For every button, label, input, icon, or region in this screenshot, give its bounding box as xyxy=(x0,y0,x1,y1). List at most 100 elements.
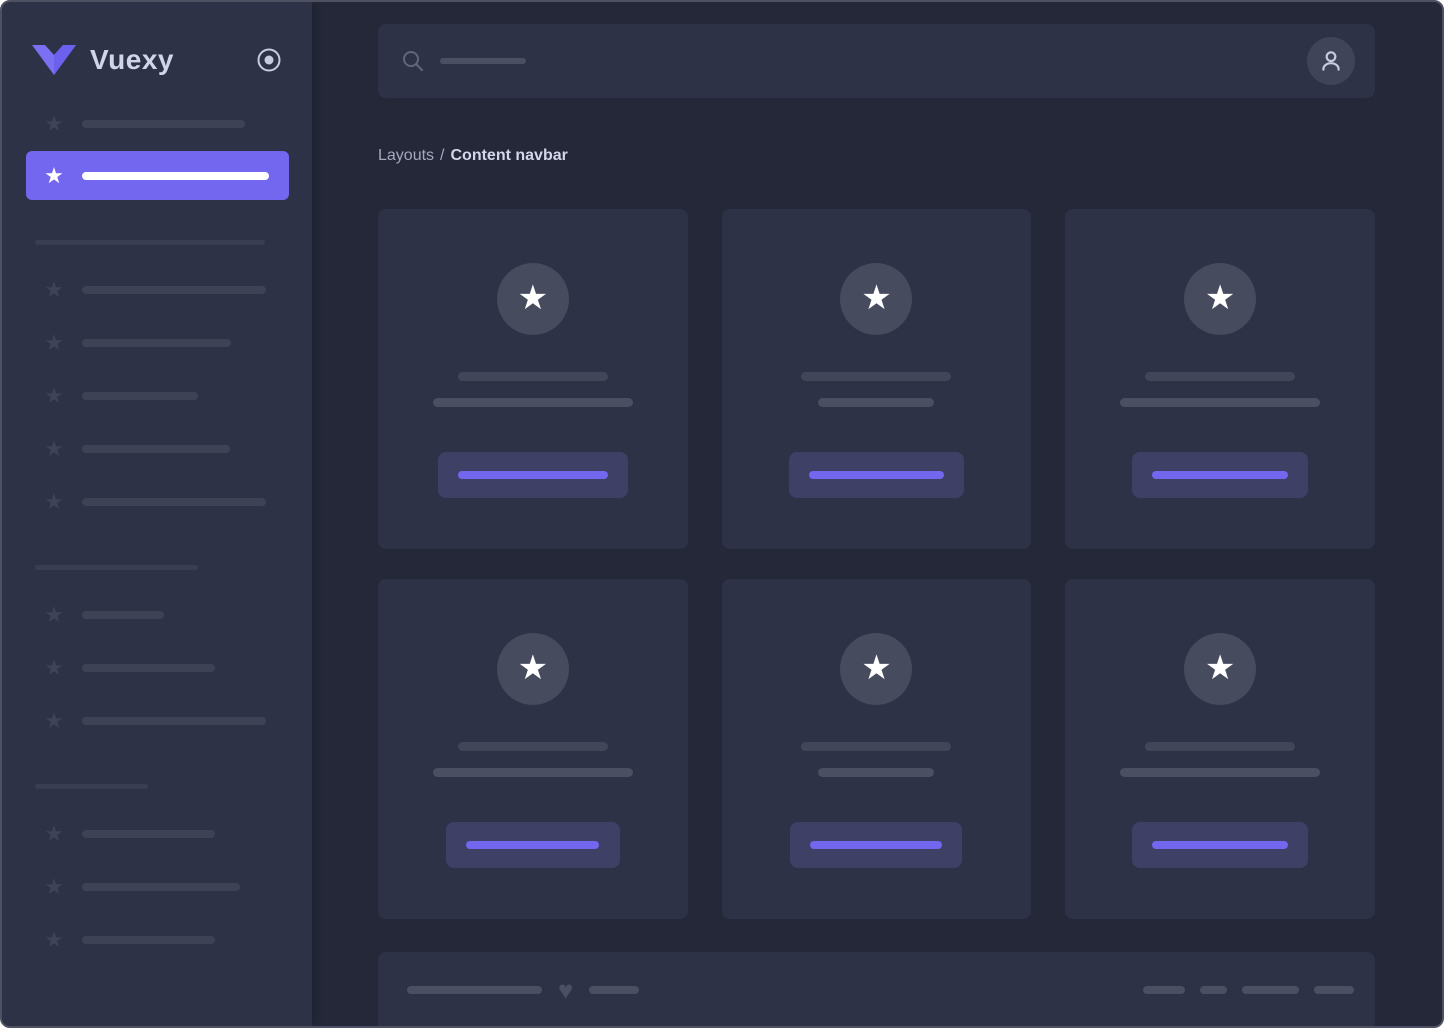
sidebar-item[interactable]: ★ xyxy=(42,822,289,846)
sidebar-item[interactable]: ★ xyxy=(42,603,289,627)
star-icon: ★ xyxy=(42,709,66,733)
footer-text-placeholder xyxy=(407,986,542,994)
star-icon: ★ xyxy=(42,875,66,899)
feature-card: ★ xyxy=(378,209,688,549)
main-content: Layouts / Content navbar ★ ★ ★ ★ ★ ★ ♥ xyxy=(312,2,1442,1026)
button-label-placeholder xyxy=(466,841,599,849)
sidebar-item[interactable]: ★ xyxy=(42,384,289,408)
title-placeholder xyxy=(801,372,951,381)
menu-label-placeholder xyxy=(82,830,215,838)
subtitle-placeholder xyxy=(1120,398,1320,407)
menu-label-placeholder xyxy=(82,717,266,725)
feature-card: ★ xyxy=(1065,579,1375,919)
title-placeholder xyxy=(1145,742,1295,751)
top-navbar xyxy=(378,24,1375,98)
star-icon: ★ xyxy=(42,384,66,408)
star-icon: ★ xyxy=(42,331,66,355)
star-icon: ★ xyxy=(861,651,891,685)
brand: Vuexy xyxy=(32,34,282,86)
star-icon: ★ xyxy=(42,603,66,627)
user-avatar-button[interactable] xyxy=(1307,37,1355,85)
footer-link-placeholder xyxy=(1200,986,1227,994)
star-icon: ★ xyxy=(42,928,66,952)
star-badge: ★ xyxy=(1184,263,1256,335)
button-label-placeholder xyxy=(1152,471,1288,479)
star-icon: ★ xyxy=(518,281,548,315)
breadcrumb-separator: / xyxy=(440,147,444,164)
card-action-button[interactable] xyxy=(1132,822,1308,868)
button-label-placeholder xyxy=(1152,841,1288,849)
card-grid: ★ ★ ★ ★ ★ ★ xyxy=(378,209,1375,919)
card-action-button[interactable] xyxy=(438,452,628,498)
sidebar-item[interactable]: ★ xyxy=(42,656,289,680)
sidebar-item[interactable]: ★ xyxy=(42,875,289,899)
sidebar-item[interactable]: ★ xyxy=(42,112,289,136)
card-action-button[interactable] xyxy=(1132,452,1308,498)
star-icon: ★ xyxy=(518,651,548,685)
button-label-placeholder xyxy=(458,471,608,479)
star-icon: ★ xyxy=(861,281,891,315)
menu-label-placeholder xyxy=(82,611,164,619)
sidebar-item-active[interactable]: ★ xyxy=(26,151,289,200)
person-icon xyxy=(1318,48,1344,74)
title-placeholder xyxy=(458,372,608,381)
star-badge: ★ xyxy=(1184,633,1256,705)
search-icon xyxy=(402,50,424,72)
title-placeholder xyxy=(801,742,951,751)
footer-link-placeholder xyxy=(1143,986,1185,994)
card-action-button[interactable] xyxy=(790,822,962,868)
footer-links xyxy=(1143,986,1354,994)
app-window: Vuexy ★ ★ ★ ★ ★ ★ ★ ★ ★ ★ ★ ★ ★ xyxy=(0,0,1444,1028)
star-badge: ★ xyxy=(497,263,569,335)
star-icon: ★ xyxy=(42,164,66,188)
sidebar-menu: ★ ★ ★ ★ ★ ★ ★ ★ ★ ★ ★ ★ ★ xyxy=(2,112,312,981)
heart-icon: ♥ xyxy=(558,978,573,1002)
star-icon: ★ xyxy=(42,490,66,514)
sidebar-item[interactable]: ★ xyxy=(42,437,289,461)
subtitle-placeholder xyxy=(433,398,633,407)
star-icon: ★ xyxy=(42,437,66,461)
footer-row: ♥ xyxy=(407,978,1354,1002)
star-icon: ★ xyxy=(1205,281,1235,315)
menu-label-placeholder xyxy=(82,120,245,128)
button-label-placeholder xyxy=(810,841,942,849)
star-icon: ★ xyxy=(1205,651,1235,685)
footer-link-placeholder xyxy=(1242,986,1299,994)
subtitle-placeholder xyxy=(818,398,934,407)
sidebar-section-divider xyxy=(35,784,148,789)
search-input[interactable] xyxy=(402,50,526,72)
footer-link-placeholder xyxy=(1314,986,1354,994)
feature-card: ★ xyxy=(722,209,1032,549)
star-icon: ★ xyxy=(42,656,66,680)
feature-card: ★ xyxy=(722,579,1032,919)
star-badge: ★ xyxy=(840,633,912,705)
footer: ♥ xyxy=(378,952,1375,1028)
subtitle-placeholder xyxy=(818,768,934,777)
menu-label-placeholder xyxy=(82,664,215,672)
menu-label-placeholder xyxy=(82,286,266,294)
sidebar: Vuexy ★ ★ ★ ★ ★ ★ ★ ★ ★ ★ ★ ★ ★ xyxy=(2,2,312,1026)
breadcrumb: Layouts / Content navbar xyxy=(378,146,1375,165)
card-action-button[interactable] xyxy=(446,822,620,868)
sidebar-item[interactable]: ★ xyxy=(42,490,289,514)
subtitle-placeholder xyxy=(1120,768,1320,777)
star-icon: ★ xyxy=(42,278,66,302)
star-badge: ★ xyxy=(840,263,912,335)
sidebar-item[interactable]: ★ xyxy=(42,278,289,302)
star-badge: ★ xyxy=(497,633,569,705)
sidebar-section-divider xyxy=(35,565,198,570)
menu-label-placeholder xyxy=(82,172,269,180)
footer-text-placeholder xyxy=(589,986,639,994)
sidebar-item[interactable]: ★ xyxy=(42,709,289,733)
breadcrumb-section: Layouts xyxy=(378,147,434,164)
menu-pin-toggle-icon[interactable] xyxy=(256,47,282,73)
title-placeholder xyxy=(458,742,608,751)
page-title: Content navbar xyxy=(451,147,568,164)
card-action-button[interactable] xyxy=(789,452,964,498)
sidebar-item[interactable]: ★ xyxy=(42,928,289,952)
star-icon: ★ xyxy=(42,822,66,846)
menu-label-placeholder xyxy=(82,498,266,506)
vuexy-logo-icon xyxy=(32,45,76,75)
sidebar-item[interactable]: ★ xyxy=(42,331,289,355)
button-label-placeholder xyxy=(809,471,944,479)
